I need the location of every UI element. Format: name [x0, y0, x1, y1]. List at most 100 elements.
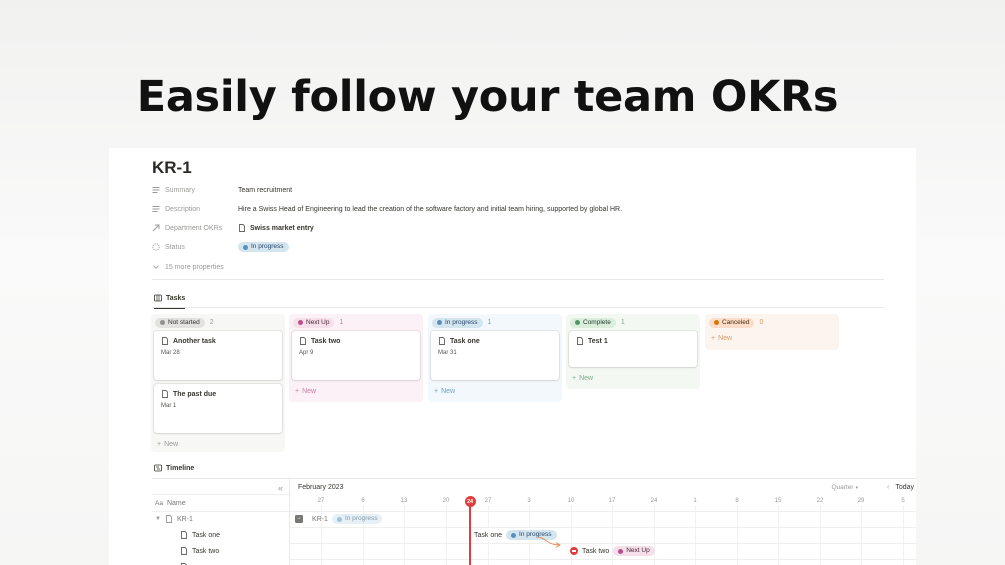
today-nav: ‹ Today — [887, 484, 914, 491]
chevron-down-icon — [152, 263, 160, 271]
card-title: Test 1 — [588, 337, 608, 345]
board-view-icon — [154, 294, 162, 302]
property-label: Summary — [165, 186, 195, 194]
page-document-icon — [161, 390, 169, 398]
timeline-bar-task-two[interactable]: Task two Next Up — [570, 544, 655, 558]
grid-line — [861, 506, 862, 565]
date-tick-label: 27 — [317, 498, 325, 504]
page-headline: Easily follow your team OKRs — [136, 72, 839, 122]
date-tick-label: 27 — [484, 498, 492, 504]
column-count: 1 — [620, 319, 625, 326]
page-document-icon — [180, 531, 188, 539]
column-status-badge[interactable]: Canceled — [709, 317, 755, 328]
grid-line — [695, 506, 696, 565]
property-value[interactable]: Hire a Swiss Head of Engineering to lead… — [238, 206, 622, 213]
name-column-header[interactable]: Aa Name — [155, 496, 186, 510]
date-tick-label: 20 — [442, 498, 450, 504]
timeline-table: « Aa Name ▼ KR-1 Task one Task two — [152, 478, 290, 565]
grid-line — [820, 506, 821, 565]
board-card[interactable]: Test 1 — [569, 331, 697, 367]
text-lines-icon — [152, 186, 160, 194]
property-description[interactable]: Description Hire a Swiss Head of Enginee… — [152, 201, 622, 217]
new-card-button[interactable]: + New — [705, 331, 839, 345]
caret-down-icon[interactable]: ▼ — [155, 516, 161, 522]
page-document-icon — [165, 515, 173, 523]
column-status-badge[interactable]: Not started — [155, 317, 205, 328]
board-column-in-progress: In progress 1 Task one Mar 31 + New — [428, 314, 562, 402]
date-tick-label: 15 — [774, 498, 782, 504]
timeline-grid[interactable]: February 2023 Quarter ▾ ‹ Today 27 6 13 20 2… — [290, 478, 916, 565]
today-button[interactable]: Today — [895, 484, 914, 491]
column-count: 1 — [487, 319, 492, 326]
page-document-icon — [438, 337, 446, 345]
new-card-button[interactable]: + New — [289, 384, 423, 398]
plus-icon: + — [434, 387, 439, 395]
tab-divider — [152, 307, 884, 308]
relation-arrow-icon — [152, 224, 160, 232]
date-tick-label: 22 — [816, 498, 824, 504]
date-tick-label: 1 — [693, 498, 697, 504]
more-properties-toggle[interactable]: 15 more properties — [152, 259, 224, 275]
text-lines-icon — [152, 205, 160, 213]
card-title: Task two — [311, 337, 341, 345]
section-divider — [152, 279, 884, 280]
property-department-okrs[interactable]: Department OKRs Swiss market entry — [152, 220, 314, 236]
new-card-button[interactable]: + New — [566, 371, 700, 385]
board-card[interactable]: Another task Mar 28 — [154, 331, 282, 380]
card-date: Mar 28 — [161, 350, 180, 356]
plus-icon: + — [295, 387, 300, 395]
column-count: 0 — [759, 319, 764, 326]
notion-page-card: KR-1 Summary Team recruitment Descriptio… — [109, 148, 916, 565]
date-tick-label: 5 — [901, 498, 905, 504]
more-properties-label: 15 more properties — [165, 263, 224, 271]
timeline-row-partial — [180, 560, 188, 565]
board-card[interactable]: Task two Apr 9 — [292, 331, 420, 380]
card-title: Task one — [450, 337, 480, 345]
date-tick-label: 3 — [527, 498, 531, 504]
date-tick-label: 17 — [608, 498, 616, 504]
board-card[interactable]: The past due Mar 1 — [154, 384, 282, 433]
date-tick-label: 13 — [400, 498, 408, 504]
column-count: 2 — [209, 319, 214, 326]
property-status[interactable]: Status In progress — [152, 239, 289, 255]
page-document-icon — [161, 337, 169, 345]
status-badge[interactable]: In progress — [238, 242, 289, 252]
property-label: Status — [165, 243, 185, 251]
range-select[interactable]: Quarter ▾ — [831, 484, 858, 491]
page-document-icon — [238, 224, 246, 232]
chevron-left-icon[interactable]: ‹ — [887, 484, 889, 491]
board-column-next-up: Next Up 1 Task two Apr 9 + New — [289, 314, 423, 402]
page-document-icon — [576, 337, 584, 345]
new-card-button[interactable]: + New — [428, 384, 562, 398]
status-badge: In progress — [331, 514, 383, 524]
new-card-button[interactable]: + New — [151, 437, 285, 451]
grid-line — [737, 506, 738, 565]
date-tick-label: 24 — [650, 498, 658, 504]
column-status-badge[interactable]: In progress — [432, 317, 483, 328]
board-column-complete: Complete 1 Test 1 + New — [566, 314, 700, 389]
tab-tasks[interactable]: Tasks — [154, 291, 186, 309]
timeline-row-task-two[interactable]: Task two — [180, 544, 219, 558]
board-card[interactable]: Task one Mar 31 — [431, 331, 559, 380]
tab-timeline[interactable]: Timeline — [154, 461, 195, 479]
date-tick-label: 8 — [735, 498, 739, 504]
timeline-bar-kr-1[interactable]: − KR-1 In progress — [295, 512, 383, 526]
status-spinner-icon — [152, 243, 160, 251]
column-status-badge[interactable]: Next Up — [293, 317, 335, 328]
property-summary[interactable]: Summary Team recruitment — [152, 182, 292, 198]
timeline-month: February 2023 — [298, 484, 344, 491]
dependency-arrow — [536, 536, 561, 548]
grid-line — [404, 506, 405, 565]
column-count: 1 — [339, 319, 344, 326]
plus-icon: + — [572, 374, 577, 382]
card-date: Mar 31 — [438, 350, 457, 356]
relation-link[interactable]: Swiss market entry — [250, 225, 314, 232]
timeline-row-kr-1[interactable]: ▼ KR-1 — [155, 512, 193, 526]
property-value[interactable]: Team recruitment — [238, 187, 292, 194]
collapse-box-icon[interactable]: − — [295, 515, 303, 523]
grid-line — [446, 506, 447, 565]
column-status-badge[interactable]: Complete — [570, 317, 616, 328]
collapse-table-icon[interactable]: « — [278, 483, 283, 493]
timeline-row-task-one[interactable]: Task one — [180, 528, 220, 542]
plus-icon: + — [157, 440, 162, 448]
